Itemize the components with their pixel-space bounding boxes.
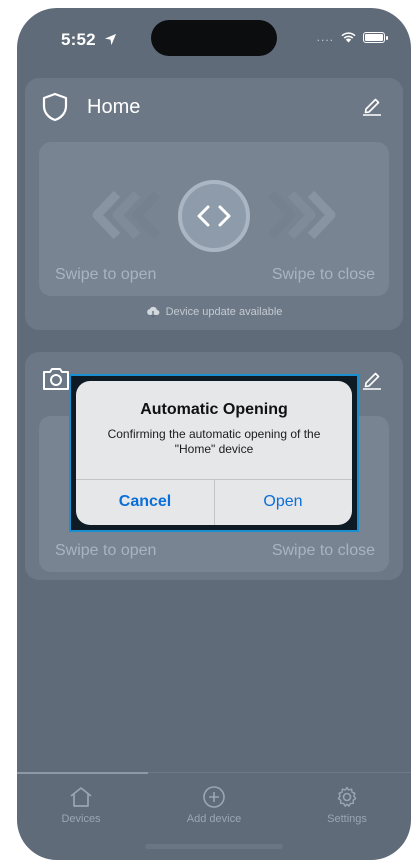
home-indicator	[145, 844, 283, 849]
tab-selected-indicator	[17, 772, 148, 774]
swipe-open-label: Swipe to open	[55, 266, 157, 283]
plus-circle-icon	[203, 786, 225, 808]
signal-indicator: ....	[316, 30, 334, 44]
dynamic-island	[151, 20, 277, 56]
device-update-notice[interactable]: Device update available	[25, 306, 403, 318]
camera-icon	[43, 368, 69, 390]
alert-dialog: Automatic Opening Confirming the automat…	[76, 381, 352, 525]
status-icons: ....	[316, 30, 388, 44]
swipe-knob[interactable]	[178, 180, 250, 252]
wifi-icon	[341, 32, 356, 43]
pencil-icon[interactable]	[361, 368, 383, 390]
tab-label: Settings	[327, 813, 367, 825]
shield-icon	[42, 92, 68, 122]
battery-icon	[363, 31, 388, 43]
cancel-button[interactable]: Cancel	[76, 479, 214, 525]
phone-screen: 5:52 .... Home Swipe to open Swipe to cl…	[17, 8, 411, 860]
device-card-header: Home	[41, 92, 140, 122]
swipe-close-label: Swipe to close	[271, 266, 375, 283]
alert-message: Confirming the automatic opening of the …	[107, 427, 321, 456]
alert-highlight-frame: Automatic Opening Confirming the automat…	[69, 374, 359, 532]
device-update-text: Device update available	[165, 306, 283, 318]
status-time-text: 5:52	[61, 30, 96, 49]
device-title: Home	[87, 95, 141, 118]
device-card-home: Home Swipe to open Swipe to close Device…	[25, 78, 403, 330]
open-button[interactable]: Open	[214, 479, 352, 525]
tab-label: Devices	[61, 813, 101, 825]
tab-devices[interactable]: Devices	[31, 785, 131, 825]
swipe-open-label: Swipe to open	[55, 542, 157, 559]
tab-settings[interactable]: Settings	[297, 785, 397, 825]
cloud-download-icon	[146, 306, 159, 318]
location-arrow-icon	[104, 33, 116, 46]
tab-label: Add device	[186, 813, 242, 825]
chevrons-left-icon	[92, 190, 161, 240]
code-arrows-icon	[197, 205, 231, 227]
swipe-slider[interactable]: Swipe to open Swipe to close	[39, 142, 389, 296]
house-icon	[70, 787, 92, 807]
gear-icon	[337, 786, 357, 807]
status-time: 5:52	[61, 30, 117, 50]
chevrons-right-icon	[267, 190, 336, 240]
alert-title: Automatic Opening	[140, 401, 288, 418]
tab-add-device[interactable]: Add device	[164, 785, 264, 825]
swipe-close-label: Swipe to close	[271, 542, 375, 559]
pencil-icon[interactable]	[361, 94, 383, 116]
